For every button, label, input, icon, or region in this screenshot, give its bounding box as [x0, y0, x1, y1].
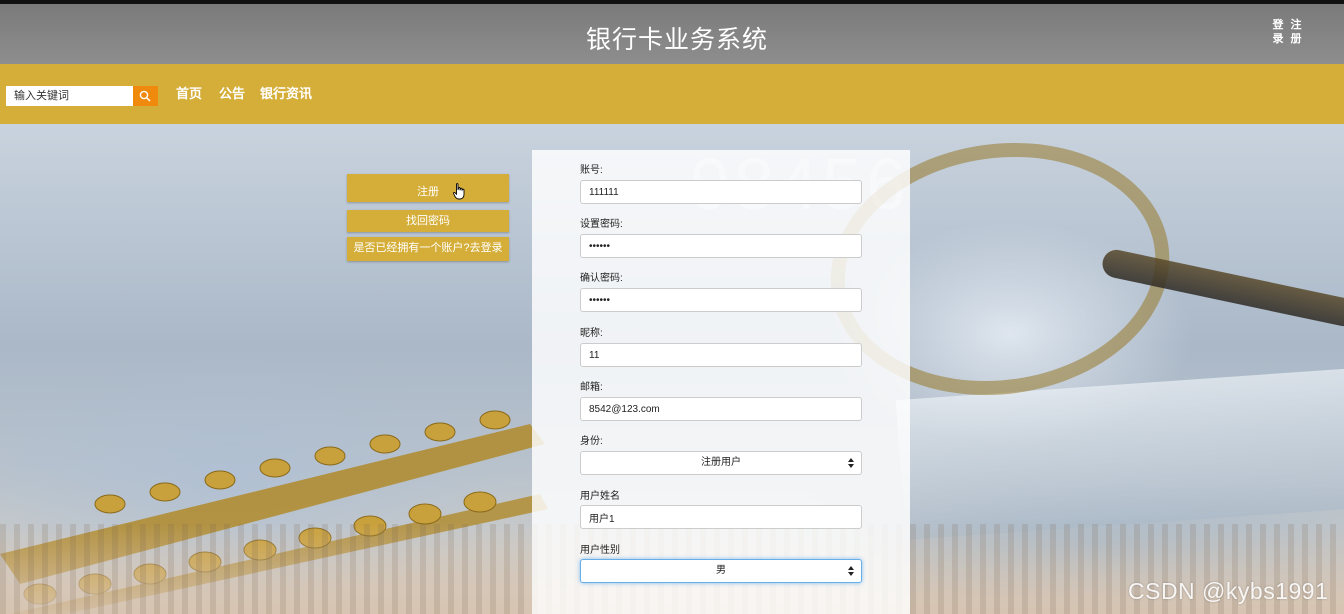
role-select[interactable]: 注册用户 — [580, 451, 862, 475]
hand-cursor-icon — [453, 183, 465, 200]
email-label: 邮箱: — [580, 382, 603, 393]
set-password-input[interactable] — [580, 234, 862, 258]
nickname-input[interactable] — [580, 343, 862, 367]
site-title: 银行卡业务系统 — [585, 26, 768, 54]
gender-select[interactable]: 男 — [580, 559, 862, 583]
select-arrows-icon — [848, 566, 854, 576]
goto-login-button[interactable]: 是否已经拥有一个账户?去登录 — [347, 237, 509, 261]
role-label: 身份: — [580, 436, 603, 447]
confirm-password-label: 确认密码: — [580, 273, 623, 284]
auth-links: 登录 注册 — [1270, 18, 1310, 46]
user-name-input[interactable] — [580, 505, 862, 529]
user-gender-label: 用户性别 — [580, 545, 620, 556]
set-password-label: 设置密码: — [580, 219, 623, 230]
gender-select-value: 男 — [716, 565, 726, 576]
site-header: 银行卡业务系统 登录 注册 — [0, 4, 1344, 64]
user-name-label: 用户姓名 — [580, 491, 620, 502]
confirm-password-input[interactable] — [580, 288, 862, 312]
search-input[interactable] — [6, 86, 133, 106]
nav-item-announcements[interactable]: 公告 — [219, 86, 245, 102]
csdn-watermark: CSDN @kybs1991 — [1128, 578, 1329, 604]
email-input[interactable] — [580, 397, 862, 421]
select-arrows-icon — [848, 458, 854, 468]
account-input[interactable] — [580, 180, 862, 204]
register-button[interactable]: 注册 — [347, 174, 509, 202]
find-password-button[interactable]: 找回密码 — [347, 210, 509, 232]
login-link[interactable]: 登录 — [1270, 18, 1286, 46]
nav-bar: 首页 公告 银行资讯 — [0, 64, 1344, 124]
nav-item-bank-news[interactable]: 银行资讯 — [260, 86, 312, 102]
search-icon — [139, 90, 151, 102]
register-link[interactable]: 注册 — [1288, 18, 1304, 46]
search-button[interactable] — [133, 86, 158, 106]
account-label: 账号: — [580, 165, 603, 176]
role-select-value: 注册用户 — [701, 457, 741, 468]
nickname-label: 昵称: — [580, 328, 603, 339]
nav-item-home[interactable]: 首页 — [176, 86, 202, 102]
